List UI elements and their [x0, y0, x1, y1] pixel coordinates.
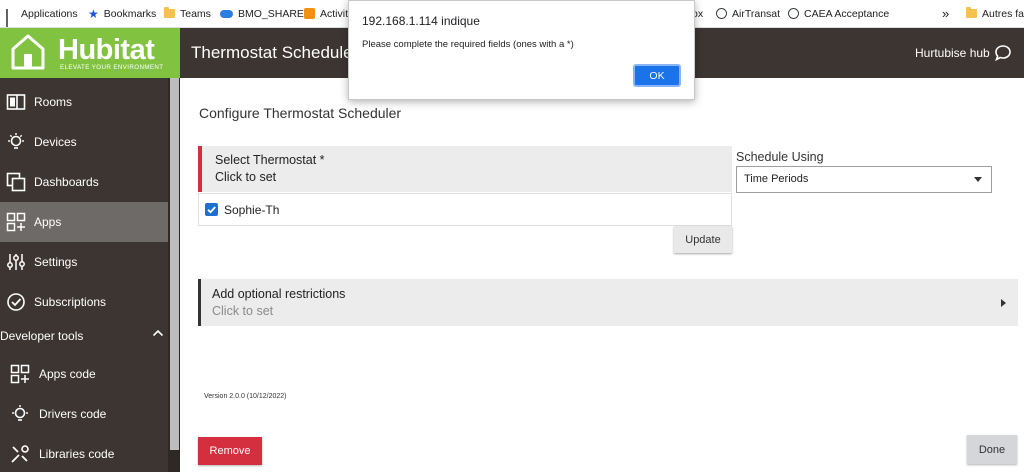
logo-wordmark: Hubitat — [58, 34, 155, 66]
sidebar-item-label: Drivers code — [39, 407, 107, 421]
version-text: Version 2.0.0 (10/12/2022) — [204, 393, 287, 400]
select-thermostat-label: Select Thermostat * — [215, 153, 325, 167]
dialog-ok-button[interactable]: OK — [633, 64, 681, 87]
remove-button[interactable]: Remove — [198, 437, 262, 465]
sidebar-item-settings[interactable]: Settings — [0, 242, 168, 282]
sidebar-item-label: Libraries code — [39, 447, 115, 461]
apps-code-icon — [10, 364, 30, 384]
bookmark-label: Activiti — [320, 7, 351, 20]
bookmark-label: Autres fav — [982, 7, 1024, 20]
bookmark-bmo-share[interactable]: BMO_SHARE — [220, 0, 304, 27]
folder-icon — [164, 7, 175, 18]
rooms-icon — [6, 92, 26, 112]
sidebar-item-rooms[interactable]: Rooms — [0, 82, 168, 122]
bookmarks-overflow-button[interactable]: » — [942, 0, 949, 27]
sidebar-scrollbar-thumb[interactable] — [170, 78, 179, 450]
sidebar-item-label: Subscriptions — [34, 295, 107, 309]
logo-tagline: ELEVATE YOUR ENVIRONMENT — [60, 64, 164, 71]
content-title: Configure Thermostat Scheduler — [199, 105, 402, 121]
sidebar-item-libraries-code[interactable]: Libraries code — [0, 434, 168, 474]
bookmark-label: AirTransat — [732, 7, 781, 20]
sidebar-item-apps[interactable]: Apps — [0, 202, 168, 242]
activity-icon — [304, 8, 315, 19]
done-button[interactable]: Done — [967, 435, 1017, 464]
bookmark-bookmarks[interactable]: ★ Bookmarks — [88, 0, 156, 27]
hub-name: Hurtubise hub — [915, 46, 990, 60]
sidebar-item-label: Settings — [34, 255, 78, 269]
globe-icon — [788, 8, 799, 19]
sliders-icon — [6, 252, 26, 272]
wrench-icon — [10, 444, 30, 464]
sidebar-item-label: Rooms — [34, 95, 73, 109]
dialog-title: 192.168.1.114 indique — [362, 14, 480, 28]
update-button[interactable]: Update — [674, 226, 732, 253]
sidebar-item-apps-code[interactable]: Apps code — [0, 354, 168, 394]
caret-right-icon — [1001, 299, 1006, 307]
sidebar-item-label: Apps code — [39, 367, 96, 381]
folder-icon — [966, 7, 977, 18]
chevron-up-icon — [152, 329, 164, 337]
page-title: Thermostat Scheduler — [191, 43, 359, 62]
select-thermostat-value: Click to set — [215, 170, 277, 184]
bookmark-label: Applications — [21, 7, 78, 20]
bookmark-label: Teams — [180, 7, 211, 20]
bookmark-caea-acceptance[interactable]: CAEA Acceptance — [788, 0, 889, 27]
sidebar-item-label: Dashboards — [34, 175, 99, 189]
schedule-using-label: Schedule Using — [736, 150, 824, 164]
bookmark-activiti[interactable]: Activiti — [304, 0, 350, 27]
schedule-using-value: Time Periods — [744, 173, 809, 185]
bulb-icon — [10, 404, 30, 424]
dialog-message: Please complete the required fields (one… — [362, 39, 574, 50]
optional-restrictions-value: Click to set — [212, 304, 274, 318]
check-circle-icon — [6, 292, 26, 312]
sidebar-item-dashboards[interactable]: Dashboards — [0, 162, 168, 202]
bookmark-applications[interactable]: Applications — [6, 0, 78, 27]
bookmark-autres-favoris[interactable]: Autres fav — [966, 0, 1024, 27]
bookmark-label: CAEA Acceptance — [804, 7, 890, 20]
sidebar-item-label: Apps — [34, 215, 62, 229]
dashboards-icon — [6, 172, 26, 192]
bookmark-label: Bookmarks — [103, 7, 157, 20]
apps-grid-icon — [6, 8, 16, 27]
bookmark-label: BMO_SHARE — [238, 7, 304, 20]
chat-icon[interactable] — [994, 44, 1012, 62]
cloud-icon — [220, 9, 233, 18]
bookmark-teams[interactable]: Teams — [164, 0, 211, 27]
globe-icon — [716, 8, 727, 19]
device-checkbox[interactable] — [205, 203, 218, 216]
house-logo-icon — [11, 34, 45, 70]
optional-restrictions-label: Add optional restrictions — [212, 287, 346, 301]
overflow-label: » — [942, 6, 950, 21]
developer-tools-label: Developer tools — [0, 329, 84, 343]
sidebar-item-devices[interactable]: Devices — [0, 122, 168, 162]
sidebar-item-drivers-code[interactable]: Drivers code — [0, 394, 168, 434]
bookmark-airtransat[interactable]: AirTransat — [716, 0, 780, 27]
apps-icon — [6, 212, 26, 232]
sidebar-item-label: Devices — [34, 135, 77, 149]
caret-down-icon — [974, 177, 982, 182]
device-label: Sophie-Th — [224, 203, 280, 217]
developer-tools-toggle[interactable]: Developer tools — [0, 322, 168, 350]
bulb-icon — [6, 132, 26, 152]
star-icon: ★ — [88, 6, 99, 21]
sidebar-item-subscriptions[interactable]: Subscriptions — [0, 282, 168, 322]
